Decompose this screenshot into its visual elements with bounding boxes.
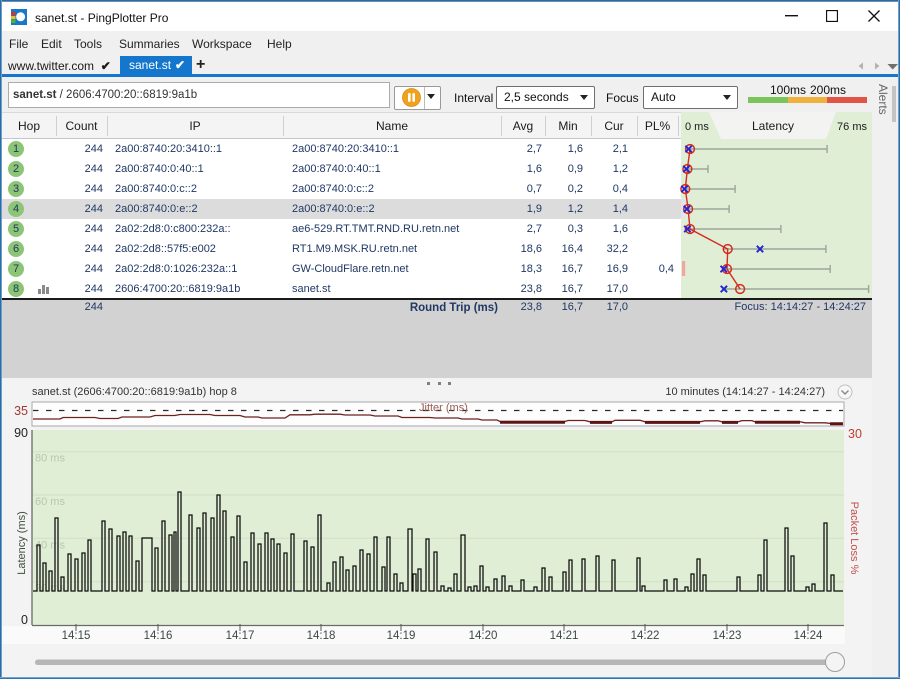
svg-text:Latency: Latency	[752, 119, 794, 133]
svg-text:0 ms: 0 ms	[685, 121, 709, 133]
svg-text:76 ms: 76 ms	[837, 121, 867, 133]
